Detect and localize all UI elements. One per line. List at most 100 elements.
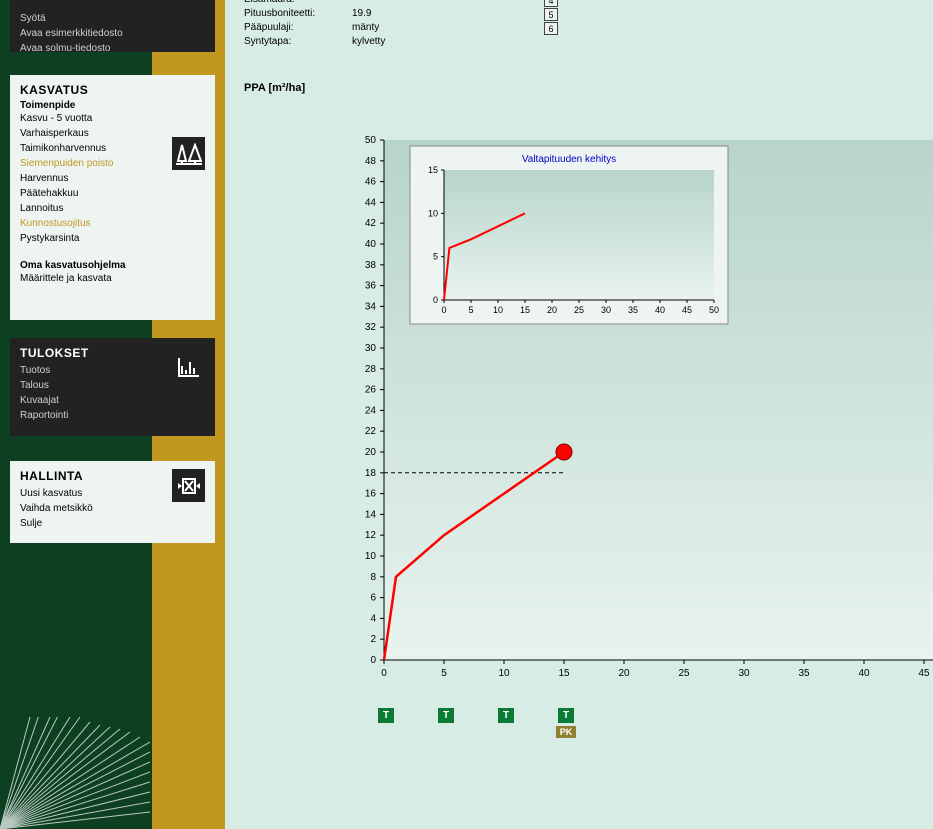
svg-text:32: 32 (365, 322, 377, 333)
svg-text:45: 45 (682, 305, 692, 315)
pk-marker[interactable]: PK (556, 726, 576, 738)
sidebar: Metsikön tiedot Syötä Avaa esimerkkitied… (0, 0, 225, 829)
svg-text:4: 4 (370, 613, 376, 624)
sidebar-item-kuvaajat[interactable]: Kuvaajat (20, 393, 205, 408)
sidebar-item-syota[interactable]: Syötä (20, 11, 205, 26)
svg-text:44: 44 (365, 197, 377, 208)
sidebar-item-kasvatus-0[interactable]: Kasvu - 5 vuotta (20, 111, 205, 126)
svg-text:42: 42 (365, 218, 377, 229)
panel-tulokset: TULOKSET Tuotos Talous Kuvaajat Raportoi… (10, 338, 215, 436)
svg-text:0: 0 (441, 305, 446, 315)
sidebar-item-avaa-solmu[interactable]: Avaa solmu-tiedosto (20, 41, 205, 56)
svg-text:20: 20 (365, 447, 377, 458)
svg-text:5: 5 (433, 252, 438, 262)
y-axis-title: PPA [m²/ha] (244, 82, 305, 94)
trees-icon (172, 137, 205, 170)
svg-text:20: 20 (618, 668, 630, 679)
svg-text:45: 45 (918, 668, 930, 679)
main-chart: 0246810121416182022242628303234363840424… (384, 140, 933, 670)
svg-text:10: 10 (365, 551, 377, 562)
t-marker-5[interactable]: T (438, 708, 454, 723)
svg-text:35: 35 (628, 305, 638, 315)
svg-text:Valtapituuden kehitys: Valtapituuden kehitys (522, 154, 616, 165)
decorative-lines (0, 717, 150, 829)
t-marker-10[interactable]: T (498, 708, 514, 723)
sidebar-item-raportointi[interactable]: Raportointi (20, 408, 205, 423)
sidebar-item-sulje[interactable]: Sulje (20, 516, 205, 531)
svg-text:48: 48 (365, 156, 377, 167)
svg-text:0: 0 (381, 668, 387, 679)
svg-text:0: 0 (433, 295, 438, 305)
svg-text:16: 16 (365, 489, 377, 500)
sidebar-item-kasvatus-4[interactable]: Harvennus (20, 171, 205, 186)
number-box-5[interactable]: 5 (544, 8, 558, 21)
panel-kasvatus-title: KASVATUS (20, 83, 205, 97)
svg-text:24: 24 (365, 405, 377, 416)
svg-text:30: 30 (365, 343, 377, 354)
svg-text:22: 22 (365, 426, 377, 437)
info-row-3: Syntytapa:kylvetty (244, 36, 412, 50)
svg-text:34: 34 (365, 301, 377, 312)
info-value: mänty (352, 22, 412, 33)
svg-text:50: 50 (365, 135, 377, 146)
svg-text:14: 14 (365, 509, 377, 520)
svg-text:10: 10 (493, 305, 503, 315)
info-value: kylvetty (352, 36, 412, 47)
svg-text:5: 5 (468, 305, 473, 315)
svg-text:50: 50 (709, 305, 719, 315)
info-row-2: Pääpuulaji:mänty (244, 22, 412, 36)
info-label: Elsämäärä: (244, 0, 352, 5)
svg-text:38: 38 (365, 260, 377, 271)
sidebar-item-avaa-esimerkki[interactable]: Avaa esimerkkitiedosto (20, 26, 205, 41)
t-marker-15[interactable]: T (558, 708, 574, 723)
content-area: Elsämäärä:Pituusboniteetti:19.9Pääpuulaj… (244, 0, 933, 829)
info-row-1: Pituusboniteetti:19.9 (244, 8, 412, 22)
svg-text:2: 2 (370, 634, 376, 645)
svg-text:40: 40 (365, 239, 377, 250)
svg-text:15: 15 (520, 305, 530, 315)
kasvatus-items: Kasvu - 5 vuottaVarhaisperkausTaimikonha… (20, 111, 205, 246)
svg-text:30: 30 (601, 305, 611, 315)
info-value: 19.9 (352, 8, 412, 19)
svg-text:12: 12 (365, 530, 377, 541)
sidebar-item-kasvatus-7[interactable]: Kunnostusojitus (20, 216, 205, 231)
svg-text:25: 25 (574, 305, 584, 315)
svg-text:25: 25 (678, 668, 690, 679)
svg-text:26: 26 (365, 385, 377, 396)
svg-text:46: 46 (365, 177, 377, 188)
sidebar-item-kasvatus-6[interactable]: Lannoitus (20, 201, 205, 216)
number-box-4[interactable]: 4 (544, 0, 558, 7)
panel-hallinta: HALLINTA Uusi kasvatus Vaihda metsikkö S… (10, 461, 215, 543)
panel-kasvatus-subtitle: Toimenpide (20, 100, 205, 111)
svg-text:5: 5 (441, 668, 447, 679)
svg-text:36: 36 (365, 281, 377, 292)
svg-text:35: 35 (798, 668, 810, 679)
sidebar-item-vaihda-metsikko[interactable]: Vaihda metsikkö (20, 501, 205, 516)
panel-metsikko: Metsikön tiedot Syötä Avaa esimerkkitied… (10, 0, 215, 52)
number-box-6[interactable]: 6 (544, 22, 558, 35)
svg-text:30: 30 (738, 668, 750, 679)
sidebar-item-kasvatus-8[interactable]: Pystykarsinta (20, 231, 205, 246)
own-program-title: Oma kasvatusohjelma (20, 260, 205, 271)
svg-text:10: 10 (498, 668, 510, 679)
info-block: Elsämäärä:Pituusboniteetti:19.9Pääpuulaj… (244, 0, 412, 50)
info-row-0: Elsämäärä: (244, 0, 412, 8)
svg-text:15: 15 (428, 165, 438, 175)
exit-icon (172, 469, 205, 502)
panel-kasvatus: KASVATUS Toimenpide Kasvu - 5 vuottaVarh… (10, 75, 215, 320)
sidebar-item-kasvatus-5[interactable]: Päätehakkuu (20, 186, 205, 201)
info-label: Pääpuulaji: (244, 22, 352, 33)
svg-text:10: 10 (428, 208, 438, 218)
svg-text:0: 0 (370, 655, 376, 666)
info-label: Syntytapa: (244, 36, 352, 47)
bar-chart-icon (172, 350, 205, 383)
svg-text:6: 6 (370, 593, 376, 604)
number-boxes: 456 (544, 0, 558, 36)
t-marker-0[interactable]: T (378, 708, 394, 723)
svg-text:20: 20 (547, 305, 557, 315)
svg-text:28: 28 (365, 364, 377, 375)
sidebar-item-maarittele[interactable]: Määrittele ja kasvata (20, 271, 205, 286)
svg-text:18: 18 (365, 468, 377, 479)
info-label: Pituusboniteetti: (244, 8, 352, 19)
svg-text:15: 15 (558, 668, 570, 679)
